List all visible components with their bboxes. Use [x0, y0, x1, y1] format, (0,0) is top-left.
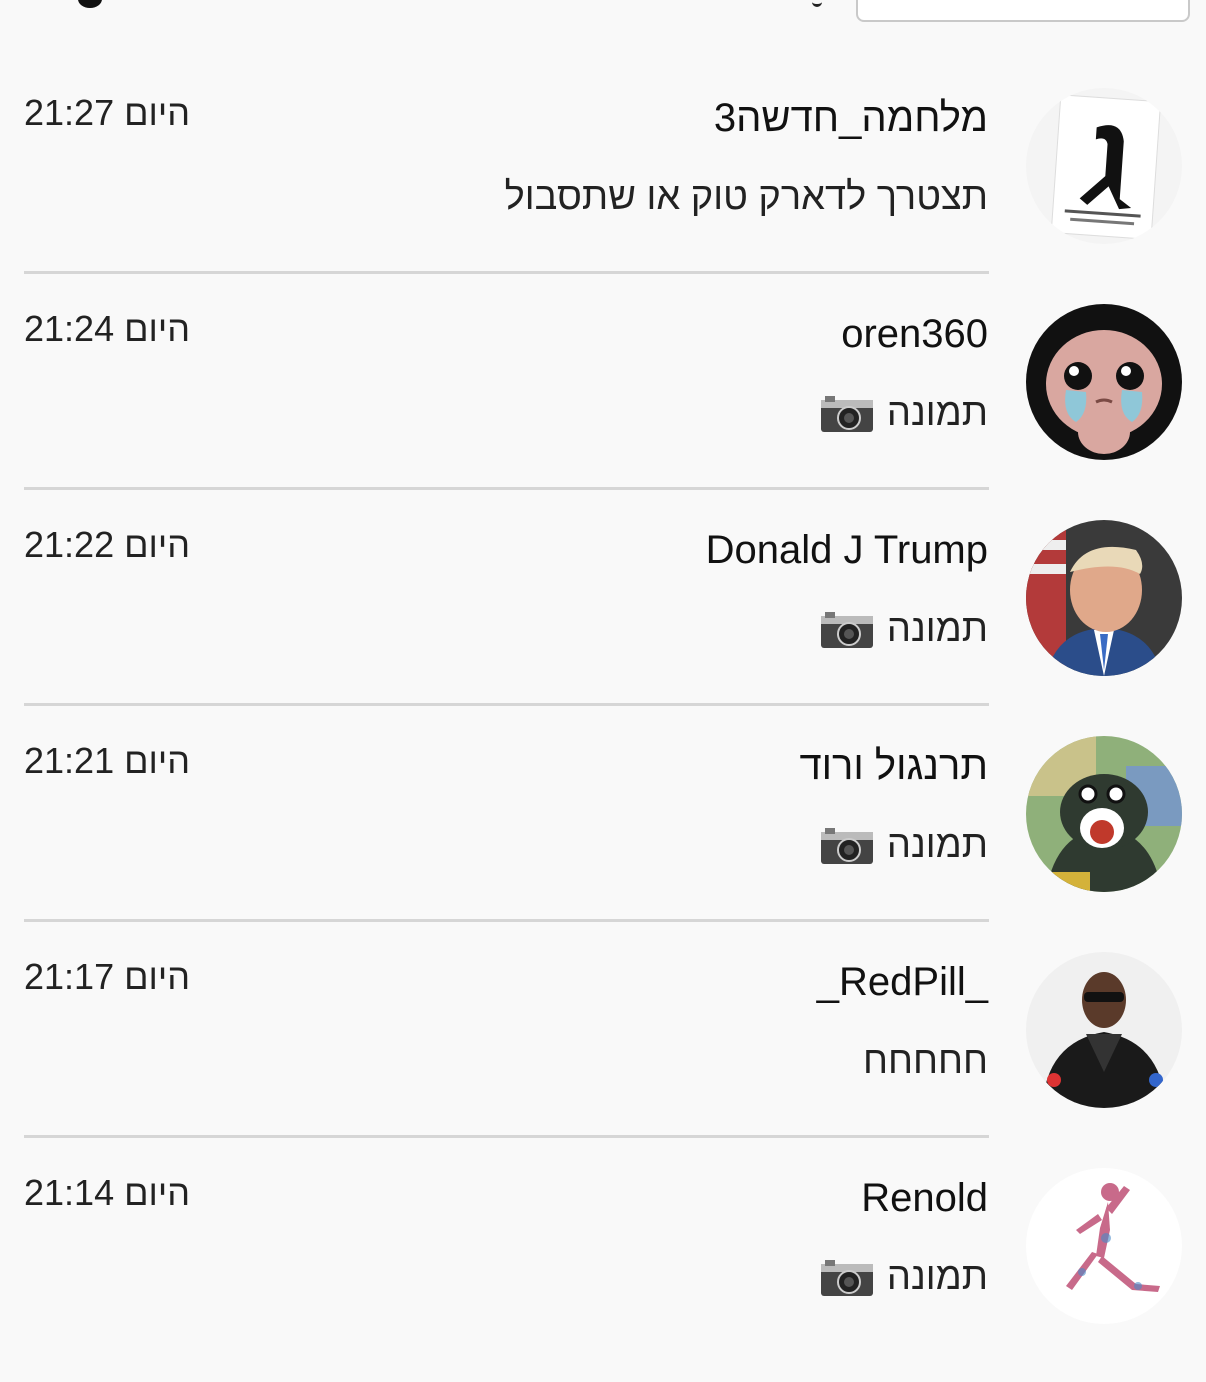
chat-preview: תצטרך לדארק טוק או שתסבול [505, 176, 988, 219]
avatar-jumpman-logo [1026, 1168, 1182, 1324]
camera-icon [820, 827, 873, 864]
preview-text: חחחחח [862, 1040, 988, 1082]
chat-name: Donald J Trump [705, 528, 988, 572]
chat-row[interactable]: מלחמה_חדשה3 תצטרך לדארק טוק או שתסבול הי… [0, 58, 1206, 274]
chat-preview: תמונה [819, 1256, 988, 1299]
chat-time: היום 21:27 [24, 92, 191, 133]
chat-time: היום 21:17 [24, 956, 191, 997]
avatar-cartoon-cat [1026, 736, 1182, 892]
chat-name: מלחמה_חדשה3 [713, 96, 988, 140]
preview-text: תמונה [886, 1256, 988, 1298]
portrait-photo-icon [1026, 520, 1182, 676]
chat-row[interactable]: oren360 תמונה היום 21:24 [0, 274, 1206, 490]
chat-name: oren360 [841, 312, 988, 356]
chat-time: היום 21:24 [24, 308, 191, 349]
chat-list: מלחמה_חדשה3 תצטרך לדארק טוק או שתסבול הי… [0, 58, 1206, 1354]
chat-preview: תמונה [819, 608, 988, 651]
chat-name: תרנגול ורוד [799, 744, 989, 788]
camera-icon [820, 611, 873, 648]
avatar-crying-character [1026, 304, 1182, 460]
chat-row[interactable]: תרנגול ורוד תמונה היום 21:21 [0, 706, 1206, 922]
camera-icon [820, 395, 873, 432]
chat-preview: חחחחח [863, 1040, 988, 1083]
chat-row[interactable]: Renold תמונה היום 21:14 [0, 1138, 1206, 1354]
preview-text: תצטרך לדארק טוק או שתסבול [504, 176, 988, 218]
chat-time: היום 21:21 [24, 740, 191, 781]
avatar-gimel-logo [1026, 88, 1182, 244]
jumpman-logo-icon [1026, 1168, 1182, 1324]
search-input[interactable] [856, 0, 1190, 22]
chat-time: היום 21:14 [24, 1172, 191, 1213]
chevron-icon[interactable] [812, 0, 822, 7]
crying-character-icon [1026, 304, 1182, 460]
gimel-logo-icon [1026, 88, 1182, 244]
camera-icon [820, 1259, 873, 1296]
chat-time: היום 21:22 [24, 524, 191, 565]
preview-text: תמונה [886, 392, 988, 434]
chat-name: _RedPill_ [816, 960, 988, 1004]
cartoon-cat-icon [1026, 736, 1182, 892]
avatar-portrait-photo [1026, 520, 1182, 676]
preview-text: תמונה [886, 824, 988, 866]
avatar-matrix-man [1026, 952, 1182, 1108]
chat-row[interactable]: _RedPill_ חחחחח היום 21:17 [0, 922, 1206, 1138]
matrix-man-icon [1026, 952, 1182, 1108]
chat-name: Renold [861, 1176, 988, 1220]
chat-preview: תמונה [819, 392, 988, 435]
chat-preview: תמונה [819, 824, 988, 867]
top-bar [0, 0, 1206, 40]
chat-row[interactable]: Donald J Trump תמונה היום 21:22 [0, 490, 1206, 706]
menu-icon[interactable] [78, 0, 102, 8]
preview-text: תמונה [886, 608, 988, 650]
